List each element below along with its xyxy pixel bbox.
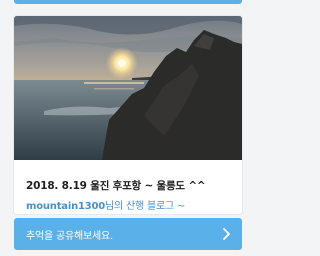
blog-subtitle[interactable]: mountain1300님의 산행 블로그 ~: [26, 197, 185, 212]
blog-author-suffix: 님의 산행 블로그 ~: [105, 201, 186, 212]
blog-author: mountain1300: [26, 201, 106, 212]
share-memory-label: 추억을 공유해보세요.: [26, 231, 113, 242]
post-card[interactable]: 2018. 8.19 울진 후포항 ~ 울릉도 ^^ mountain1300님…: [14, 16, 242, 214]
top-accent-strip: [14, 0, 242, 4]
chevron-right-icon: [223, 228, 230, 240]
share-memory-button[interactable]: 추억을 공유해보세요.: [14, 218, 242, 250]
post-photo: [14, 16, 242, 160]
post-title[interactable]: 2018. 8.19 울진 후포항 ~ 울릉도 ^^: [26, 178, 206, 193]
